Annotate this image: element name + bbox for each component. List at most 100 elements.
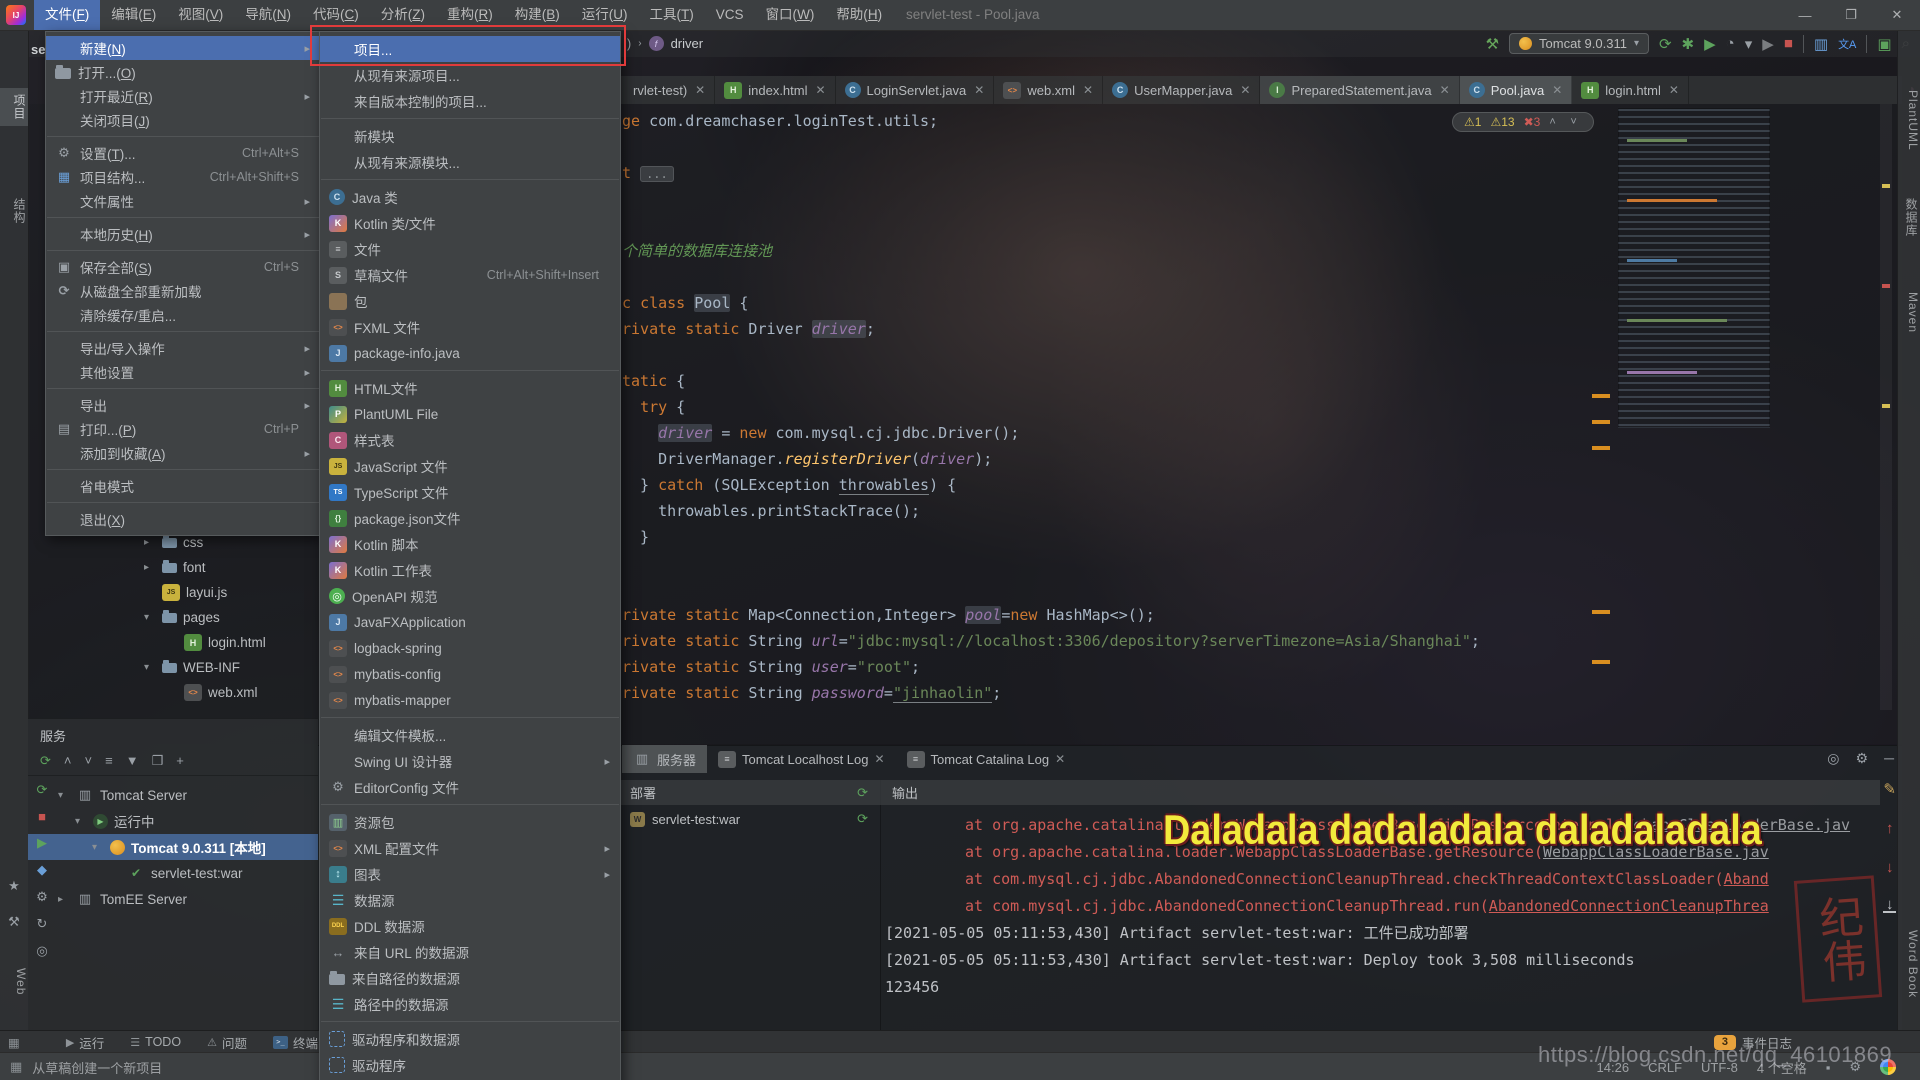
menu-item[interactable]: 来自版本控制的项目... [320, 88, 620, 114]
close-tab-icon[interactable]: ✕ [1240, 83, 1250, 97]
gear-icon[interactable]: ⚙ [1856, 750, 1869, 767]
tool-window-button-问题[interactable]: ⚠问题 [207, 1033, 247, 1052]
coverage-icon[interactable]: ▶ [1704, 35, 1716, 53]
menu-item[interactable]: 图表▸ [320, 861, 620, 887]
menu-item[interactable]: 驱动程序 [320, 1052, 620, 1078]
settings-target-icon[interactable]: ◎ [1827, 750, 1839, 767]
editor-tab[interactable]: index.html✕ [715, 76, 835, 104]
menu-item[interactable]: 打印...(P)Ctrl+P [46, 417, 320, 441]
status-grid-icon[interactable]: ▦ [10, 1059, 22, 1075]
menu-item[interactable]: FXML 文件 [320, 314, 620, 340]
menu-item[interactable]: Kotlin 工作表 [320, 557, 620, 583]
close-tab-icon[interactable]: ✕ [974, 83, 984, 97]
debug-icon[interactable]: ✱ [1682, 35, 1695, 53]
project-tree-item[interactable]: layui.js [28, 580, 318, 605]
minimize-icon[interactable]: — [1782, 0, 1828, 30]
profiler-icon[interactable]: ◔ [1726, 35, 1735, 52]
run-icon[interactable]: ▶ [1762, 35, 1774, 53]
menu-item[interactable]: 编辑文件模板... [320, 722, 620, 748]
menu-item[interactable]: 草稿文件Ctrl+Alt+Shift+Insert [320, 262, 620, 288]
service-tree-item[interactable]: ▾Tomcat 9.0.311 [本地] [28, 834, 318, 860]
menu-item[interactable]: 保存全部(S)Ctrl+S [46, 255, 320, 279]
menu-item[interactable]: Kotlin 脚本 [320, 531, 620, 557]
menu-item[interactable]: 项目结构...Ctrl+Alt+Shift+S [46, 165, 320, 189]
tool-window-button-终端[interactable]: >_终端 [273, 1033, 318, 1052]
maximize-icon[interactable]: ❐ [1828, 0, 1874, 30]
tool-tab-structure[interactable]: 结构 [0, 198, 28, 224]
menu-item[interactable]: EditorConfig 文件 [320, 774, 620, 800]
tool-tab-wordbook[interactable]: Word Book [1898, 930, 1920, 998]
menu-item[interactable]: XML 配置文件▸ [320, 835, 620, 861]
menubar-item[interactable]: 文件(F) [34, 0, 100, 30]
editor-scrollbar[interactable] [1880, 104, 1892, 710]
close-tab-icon[interactable]: ✕ [1669, 83, 1679, 97]
close-tab-icon[interactable]: ✕ [815, 83, 825, 97]
breadcrumb[interactable]: l) › f driver [624, 36, 703, 51]
prev-issue-icon[interactable]: ˄ [1549, 116, 1561, 128]
editor-tab[interactable]: Pool.java✕ [1460, 76, 1573, 104]
menu-item[interactable]: 包 [320, 288, 620, 314]
menubar-item[interactable]: 代码(C) [302, 0, 370, 30]
editor-tab[interactable]: UserMapper.java✕ [1103, 76, 1260, 104]
tool-tab-plantuml[interactable]: PlantUML [1898, 90, 1920, 151]
project-tree-item[interactable]: ▸font [28, 555, 318, 580]
close-tab-icon[interactable]: ✕ [874, 752, 884, 766]
menu-item[interactable]: 清除缓存/重启... [46, 303, 320, 327]
menu-item[interactable]: 文件属性▸ [46, 189, 320, 213]
tool-window-switcher-icon[interactable]: ▦ [8, 1035, 20, 1050]
project-tree-item[interactable]: web.xml [28, 680, 318, 705]
menu-item[interactable]: 来自路径的数据源 [320, 965, 620, 991]
menubar-item[interactable]: 窗口(W) [755, 0, 826, 30]
menubar-item[interactable]: 分析(Z) [370, 0, 436, 30]
scroll-to-end-icon[interactable]: ↓ [1883, 898, 1896, 913]
menubar-item[interactable]: 视图(V) [167, 0, 234, 30]
project-structure-icon[interactable]: ▥ [1814, 35, 1828, 53]
redeploy-icon[interactable]: ⟳ [857, 785, 868, 801]
service-tree-item[interactable]: ▾运行中 [28, 808, 318, 834]
editor-tab[interactable]: PreparedStatement.java✕ [1260, 76, 1459, 104]
menu-item[interactable]: 样式表 [320, 427, 620, 453]
run-config-selector[interactable]: Tomcat 9.0.311▾ [1509, 33, 1649, 54]
tool-tab-web[interactable]: Web [0, 968, 28, 995]
menubar-item[interactable]: 运行(U) [571, 0, 639, 30]
menu-item[interactable]: 设置(T)...Ctrl+Alt+S [46, 141, 320, 165]
menu-item[interactable]: mybatis-config [320, 661, 620, 687]
menu-item[interactable]: DDL 数据源 [320, 913, 620, 939]
refresh-icon[interactable]: ↻ [32, 916, 52, 932]
favorites-star-icon[interactable]: ★ [0, 878, 28, 894]
menu-item[interactable]: JavaScript 文件 [320, 453, 620, 479]
menu-item[interactable]: package.json文件 [320, 505, 620, 531]
menu-item[interactable]: Kotlin 类/文件 [320, 210, 620, 236]
menu-item[interactable]: mybatis-mapper [320, 687, 620, 713]
menu-item[interactable]: 路径中的数据源 [320, 991, 620, 1017]
tool-tab-maven[interactable]: Maven [1898, 292, 1920, 333]
hide-icon[interactable]: ─ [1884, 750, 1894, 767]
menu-item[interactable]: 本地历史(H)▸ [46, 222, 320, 246]
code-area[interactable]: ge com.dreamchaser.loginTest.utils;t ...… [622, 108, 1480, 706]
tool-window-button-运行[interactable]: ▶运行 [66, 1033, 104, 1052]
close-tab-icon[interactable]: ✕ [1552, 83, 1562, 97]
inspection-widget[interactable]: ⚠1 ⚠13 ✖3 ˄ ˅ [1452, 112, 1594, 132]
collapse-icon[interactable]: ˅ [85, 753, 93, 769]
rerun-service-icon[interactable]: ⟳ [40, 753, 51, 769]
project-tree-item[interactable]: ▾WEB-INF [28, 655, 318, 680]
run-window-icon[interactable]: ▣ [1877, 35, 1891, 53]
expand-icon[interactable]: ˄ [64, 753, 72, 769]
run-panel-tab[interactable]: Tomcat Localhost Log✕ [707, 745, 896, 773]
menu-item[interactable]: 来自 URL 的数据源 [320, 939, 620, 965]
menu-item[interactable]: 导出/导入操作▸ [46, 336, 320, 360]
menu-item[interactable]: 资源包 [320, 809, 620, 835]
project-tree-item[interactable]: login.html [28, 630, 318, 655]
menu-item[interactable]: PlantUML File [320, 401, 620, 427]
menu-item[interactable]: logback-spring [320, 635, 620, 661]
menu-item[interactable]: 打开最近(R)▸ [46, 84, 320, 108]
menu-item[interactable]: TypeScript 文件 [320, 479, 620, 505]
close-tab-icon[interactable]: ✕ [1440, 83, 1450, 97]
code-minimap[interactable] [1618, 108, 1770, 428]
tool-tab-project[interactable]: 项目 [0, 88, 28, 126]
group-icon[interactable]: ≡ [105, 753, 113, 769]
artifact-redeploy-icon[interactable]: ⟳ [857, 811, 868, 827]
menu-item[interactable]: 从磁盘全部重新加载 [46, 279, 320, 303]
menubar-item[interactable]: 工具(T) [639, 0, 705, 30]
editor-tab[interactable]: LoginServlet.java✕ [836, 76, 995, 104]
